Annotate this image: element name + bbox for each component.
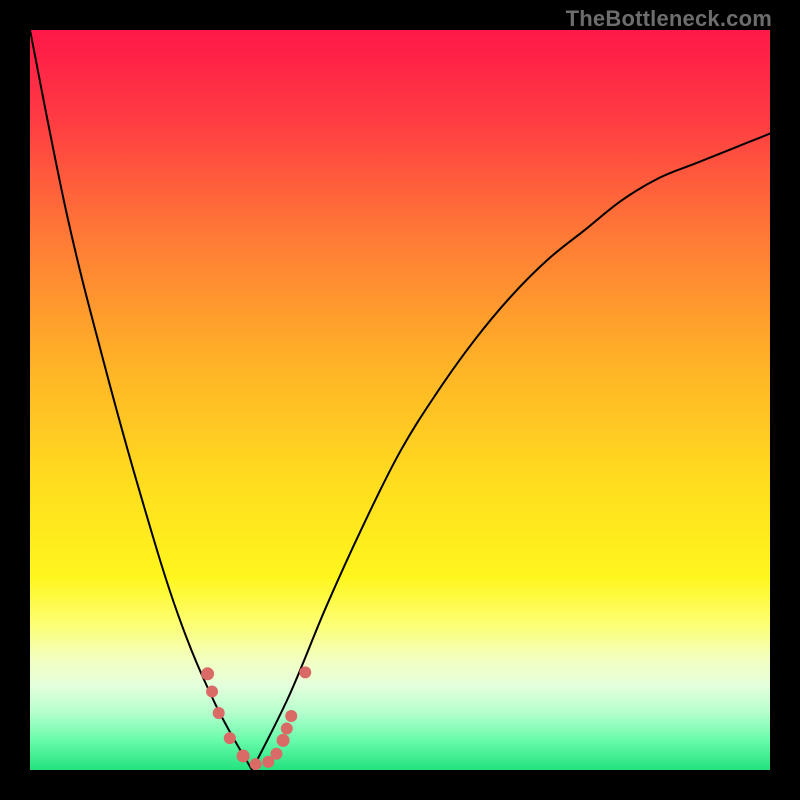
data-marker [285, 710, 297, 722]
plot-area [30, 30, 770, 770]
data-marker [224, 732, 236, 744]
chart-root: TheBottleneck.com [0, 0, 800, 800]
data-marker [237, 749, 250, 762]
data-marker [299, 666, 311, 678]
curves-layer [30, 30, 770, 770]
watermark-text: TheBottleneck.com [566, 6, 772, 32]
data-marker [281, 723, 293, 735]
curve-right-branch [252, 134, 770, 770]
data-marker [206, 686, 218, 698]
data-marker [201, 667, 214, 680]
data-marker [277, 734, 290, 747]
curve-left-branch [30, 30, 252, 770]
data-marker [250, 758, 262, 770]
data-marker [213, 707, 225, 719]
data-marker [270, 748, 282, 760]
